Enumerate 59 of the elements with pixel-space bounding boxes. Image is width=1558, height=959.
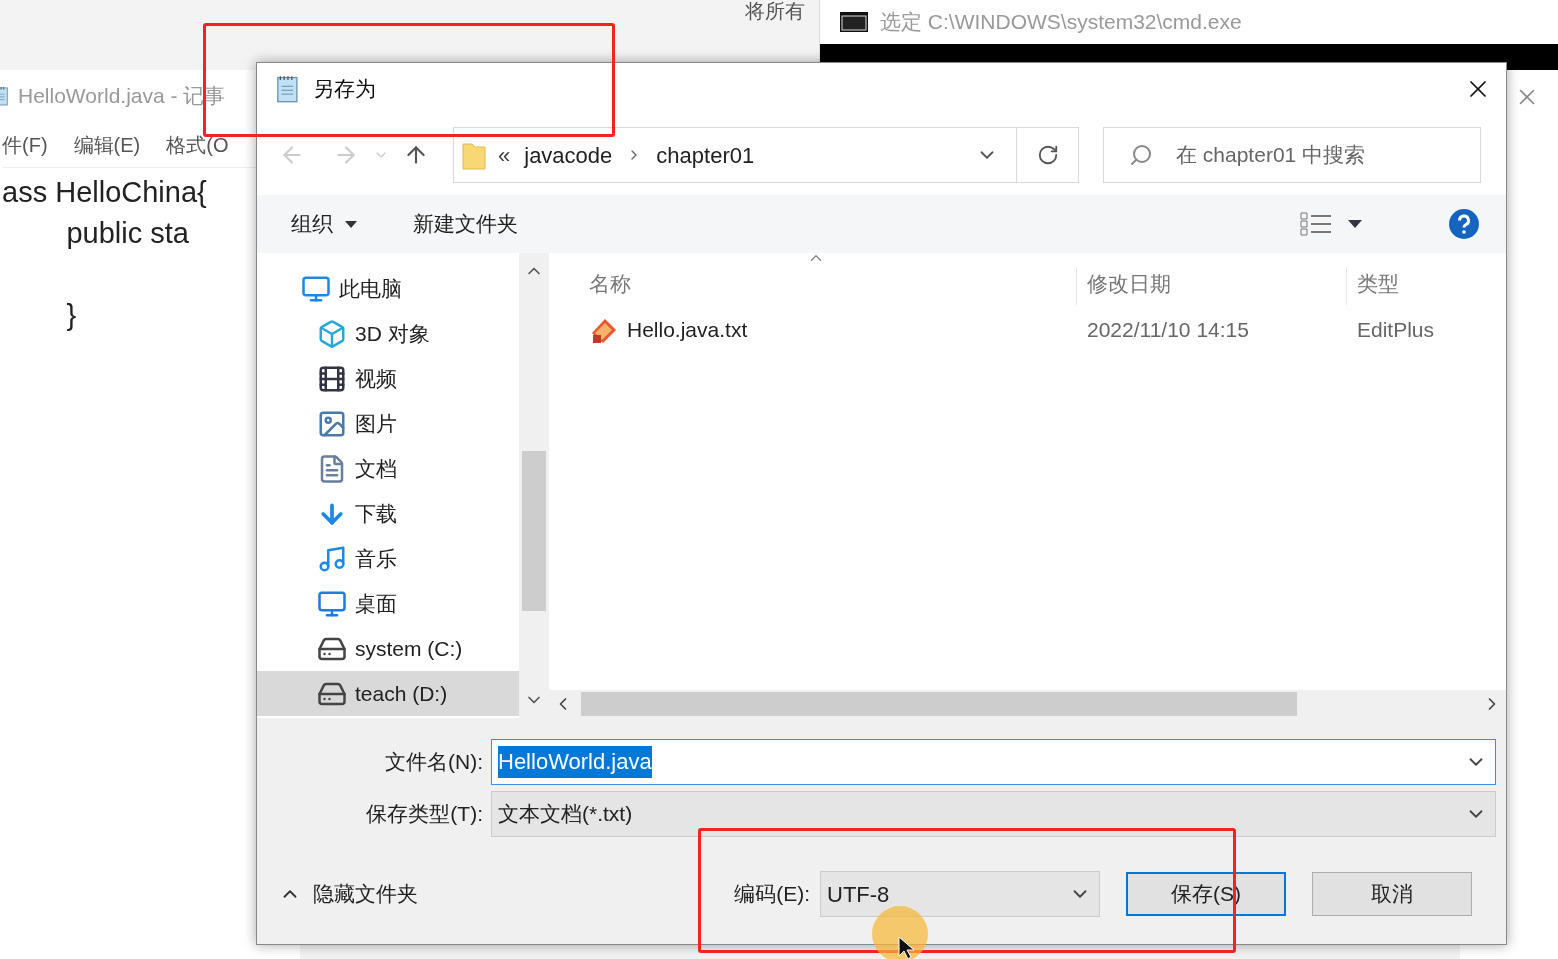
nav-item[interactable]: 文档 [257,446,519,491]
mouse-cursor-icon [898,936,916,959]
menu-item[interactable]: 件(F) [2,129,48,160]
column-header[interactable]: 名称 [589,267,1077,305]
nav-item[interactable]: 图片 [257,401,519,446]
search-field[interactable]: 在 chapter01 中搜索 [1103,127,1481,183]
cancel-button[interactable]: 取消 [1312,872,1472,916]
nav-item[interactable]: 此电脑 [257,266,519,311]
nav-item[interactable]: 音乐 [257,536,519,581]
nav-item[interactable]: 视频 [257,356,519,401]
window-title: 选定 C:\WINDOWS\system32\cmd.exe [880,9,1242,36]
nav-item[interactable]: 桌面 [257,581,519,626]
nav-item[interactable]: 下载 [257,491,519,536]
selected-text: HelloWorld.java [498,746,652,778]
nav-item[interactable]: teach (D:) [257,671,519,716]
new-folder-button[interactable]: 新建文件夹 [413,208,518,240]
search-icon [1129,143,1153,167]
encoding-dropdown[interactable]: UTF-8 [820,871,1100,917]
scroll-thumb[interactable] [522,451,546,611]
list-view-icon [1300,211,1332,237]
field-label: 文件名(N): [384,749,484,776]
window-title: HelloWorld.java - 记事 [18,83,226,110]
column-header[interactable]: 修改日期 [1077,267,1347,305]
code-line: public sta [65,216,190,251]
view-options-button[interactable] [1300,211,1362,237]
horizontal-scrollbar[interactable] [549,690,1506,718]
hide-folders-toggle[interactable]: 隐藏文件夹 [279,878,418,910]
address-bar[interactable]: « javacode chapter01 [453,127,1079,183]
notepad-icon [275,75,301,103]
column-header[interactable]: 类型 [1347,267,1399,305]
refresh-icon[interactable] [1036,144,1059,166]
cube-icon [317,318,347,349]
scroll-thumb[interactable] [581,692,1297,716]
breadcrumb[interactable]: chapter01 [656,138,755,172]
file-type-dropdown[interactable]: 文本文档(*.txt) [491,791,1496,837]
field-label: 编码(E): [734,881,810,908]
menu-item[interactable]: 编辑(E) [73,129,141,160]
terminal-icon [840,12,868,32]
help-icon[interactable] [1448,208,1480,240]
breadcrumb-overflow[interactable]: « [498,138,511,172]
file-name: Hello.java.txt [627,317,748,344]
filename-field[interactable]: HelloWorld.java [491,739,1496,785]
folder-icon [462,140,486,170]
menu-item[interactable]: 格式(O [166,129,229,160]
nav-item[interactable]: 3D 对象 [257,311,519,356]
code-line: } [65,298,78,333]
caret-icon [345,220,357,228]
breadcrumb[interactable]: javacode [524,138,613,172]
organize-menu[interactable]: 组织 [291,208,357,240]
code-line: ass HelloChina{ [2,175,208,210]
file-type: EditPlus [1356,317,1435,344]
field-label: 保存类型(T): [365,801,484,828]
file-date: 2022/11/10 14:15 [1086,317,1250,344]
dialog-title: 另存为 [313,76,376,103]
ribbon-label: 将所有 [745,0,805,24]
nav-item[interactable]: system (C:) [257,626,519,671]
scrollbar[interactable] [519,253,549,718]
file-row[interactable]: Hello.java.txt 2022/11/10 14:15 EditPlus [549,305,1506,355]
caret-icon [1348,220,1362,228]
